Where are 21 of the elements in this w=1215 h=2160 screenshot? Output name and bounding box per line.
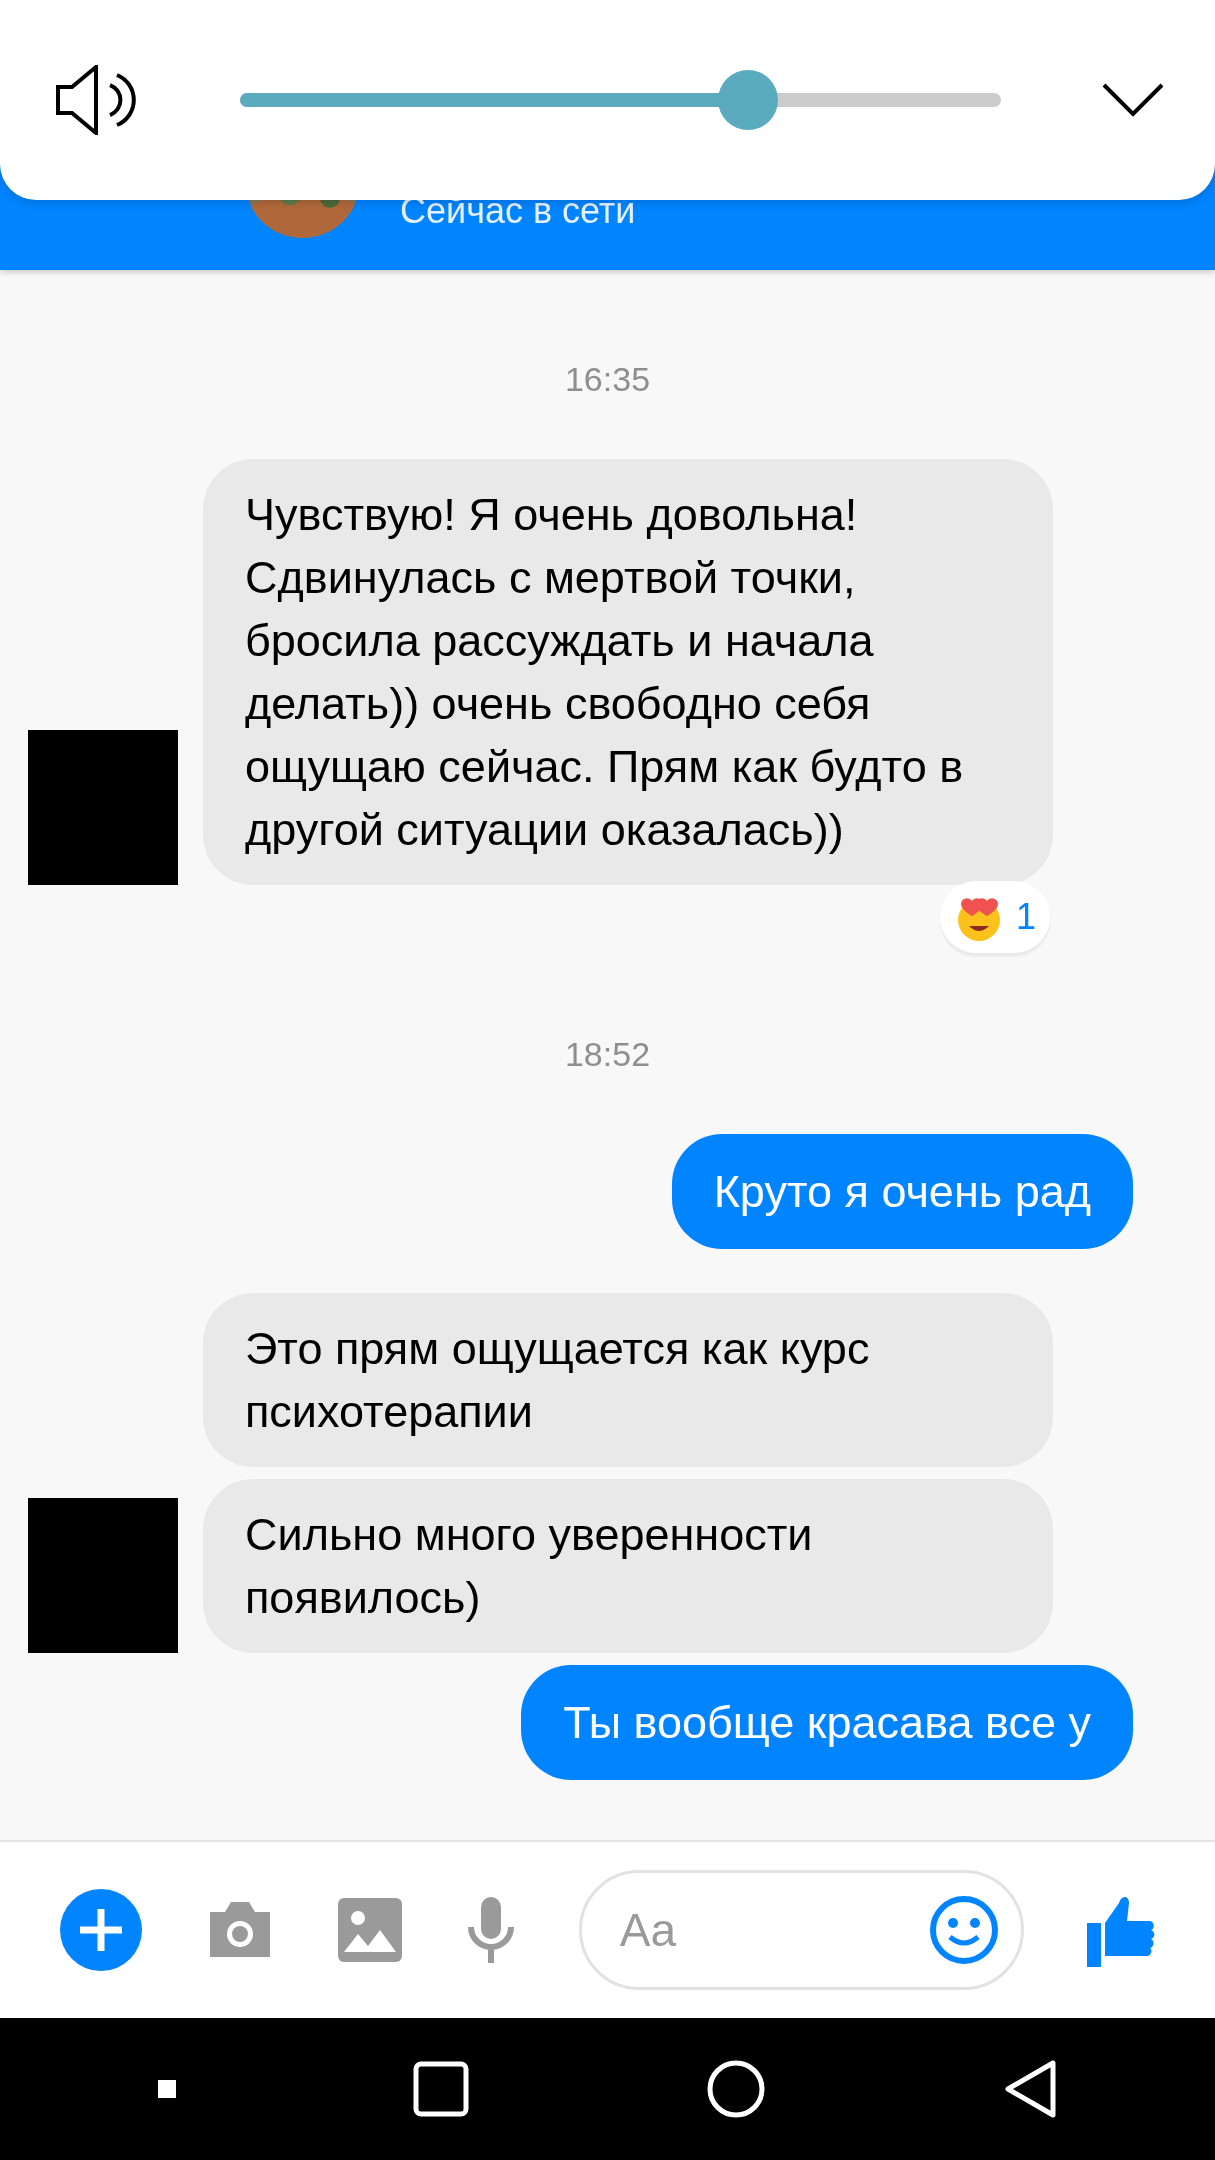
image-icon[interactable] (338, 1898, 403, 1962)
message-field[interactable]: Aa (578, 1870, 1024, 1990)
circle-icon[interactable] (705, 2059, 766, 2119)
square-icon[interactable] (413, 2061, 470, 2117)
back-icon[interactable] (1002, 2059, 1057, 2119)
smiley-icon[interactable] (928, 1895, 999, 1965)
timestamp: 18:52 (564, 1035, 651, 1074)
reaction-badge[interactable]: 1 (939, 881, 1050, 953)
stop-icon[interactable] (158, 2080, 177, 2098)
text-input[interactable]: Aa (617, 1873, 929, 1987)
microphone-icon[interactable] (465, 1895, 516, 1965)
received-message: Чувствую! Я очень довольна! Сдвинулась с мертвой точки, бросила рассуждать и начала делать)) очень свободно себя ощущаю сейчас. Прям как будто в другой ситуации оказалась)) (203, 459, 1053, 885)
sent-message: Ты вообще красава все у (521, 1665, 1133, 1780)
received-message: Это прям ощущается как курс психотерапии (203, 1293, 1053, 1467)
reaction-count: 1 (1015, 896, 1036, 938)
timestamp: 16:35 (564, 360, 651, 399)
plus-icon[interactable] (60, 1889, 142, 1971)
chevron-down-icon[interactable] (1101, 82, 1165, 118)
volume-slider[interactable] (240, 70, 1001, 130)
received-message: Сильно много уверенности появилось) (203, 1479, 1053, 1653)
sent-message: Круто я очень рад (671, 1134, 1133, 1249)
